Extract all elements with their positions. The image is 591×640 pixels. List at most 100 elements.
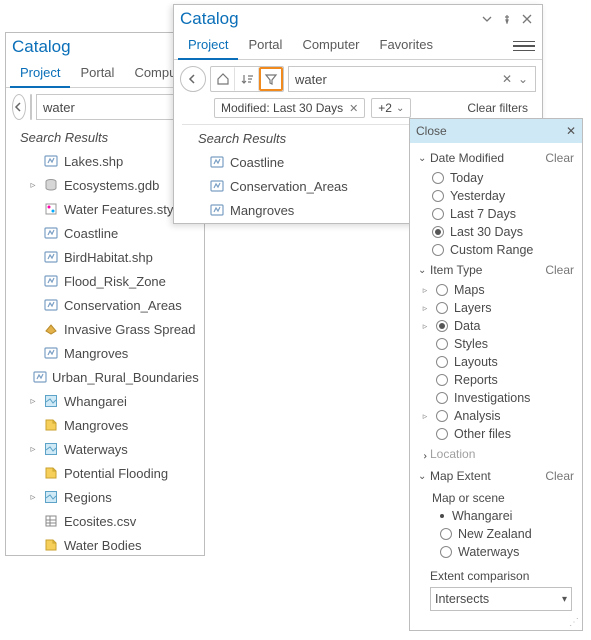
resize-grip-icon[interactable]: ⋰ [569,619,579,627]
sort-icon [240,72,254,86]
section-location[interactable]: ⌄ Location [416,443,576,465]
radio-option[interactable]: ▹Maps [416,281,576,299]
item-label: Waterways [64,442,128,457]
result-item[interactable]: ▹ Waterways [10,437,200,461]
tab-portal[interactable]: Portal [238,33,292,60]
radio-option[interactable]: Layouts [416,353,576,371]
radio-option[interactable]: Yesterday [416,187,576,205]
result-item[interactable]: Water Bodies [10,533,200,557]
result-item[interactable]: ▹Ecosystems.gdb [10,173,200,197]
chip-remove-icon[interactable]: ✕ [349,102,358,115]
radio-option[interactable]: ▹ Data [416,317,576,335]
filter-chip-more[interactable]: +2 ⌄ [371,98,411,118]
clear-link[interactable]: Clear [545,151,574,165]
radio-option[interactable]: Reports [416,371,576,389]
result-item[interactable]: Water Features.stylx [10,197,200,221]
radio-option[interactable]: Last 30 Days [416,223,576,241]
radio-option[interactable]: Last 7 Days [416,205,576,223]
radio-option[interactable]: Whangarei [416,507,576,525]
back-button[interactable] [12,94,26,120]
expand-caret-icon[interactable]: ▹ [420,321,430,332]
tab-strip: Project Portal Computer Favorites [174,33,542,60]
result-item[interactable]: Potential Flooding [10,461,200,485]
menu-button[interactable] [510,32,538,60]
radio-option[interactable]: Today [416,169,576,187]
chevron-down-icon: ▾ [562,594,567,605]
result-item[interactable]: Invasive Grass Spread [10,317,200,341]
search-input[interactable] [293,71,499,88]
pin-button[interactable] [498,10,516,28]
radio-label: Data [454,319,480,333]
back-button[interactable] [180,66,206,92]
radio-icon [432,208,444,220]
clear-link[interactable]: Clear [545,469,574,483]
tab-project[interactable]: Project [178,33,238,60]
radio-option[interactable]: Custom Range [416,241,576,259]
radio-option[interactable]: Investigations [416,389,576,407]
tab-favorites[interactable]: Favorites [370,33,443,60]
radio-option[interactable]: ▹Analysis [416,407,576,425]
item-label: Water Bodies [64,538,142,553]
popover-header: Close ✕ [410,119,582,143]
result-item[interactable]: Urban_Rural_Boundaries [10,365,200,389]
chip-label: +2 [378,101,392,115]
search-box[interactable]: ✕ ⌄ [288,66,536,92]
radio-option[interactable]: Waterways [416,543,576,561]
chevron-down-icon[interactable]: ⌄ [515,72,531,86]
tab-project[interactable]: Project [10,61,70,88]
radio-label: Other files [454,427,511,441]
home-button[interactable] [31,95,32,119]
result-item[interactable]: Ecosites.csv [10,509,200,533]
item-label: Water Features.stylx [64,202,183,217]
radio-option[interactable]: Other files [416,425,576,443]
expander-icon[interactable]: ▹ [28,180,38,191]
close-icon[interactable]: ✕ [566,124,576,138]
extent-comparison-select[interactable]: Intersects ▾ [430,587,572,611]
titlebar: Catalog [174,5,542,33]
expander-icon[interactable]: ▹ [28,492,38,503]
radio-label: Waterways [458,545,519,559]
result-item[interactable]: Mangroves [10,341,200,365]
expander-icon[interactable]: ▹ [28,444,38,455]
result-item[interactable]: BirdHabitat.shp [10,245,200,269]
float-button[interactable] [478,10,496,28]
expand-caret-icon[interactable]: ▹ [420,411,430,422]
item-label: Conservation_Areas [64,298,182,313]
clear-link[interactable]: Clear [545,263,574,277]
tab-portal[interactable]: Portal [70,61,124,88]
expand-caret-icon: ⌄ [418,471,430,482]
section-date-modified[interactable]: ⌄ Date Modified Clear [416,147,576,169]
radio-icon [432,172,444,184]
result-item[interactable]: Lakes.shp [10,149,200,173]
radio-icon [436,284,448,296]
section-map-extent[interactable]: ⌄ Map Extent Clear [416,465,576,487]
radio-option[interactable]: New Zealand [416,525,576,543]
result-item[interactable]: Conservation_Areas [10,293,200,317]
filter-button[interactable] [259,67,283,91]
filter-chip-modified[interactable]: Modified: Last 30 Days ✕ [214,98,365,118]
item-label: BirdHabitat.shp [64,250,153,265]
chevron-down-icon: ⌄ [396,103,404,114]
close-button[interactable] [518,10,536,28]
clear-filters-link[interactable]: Clear filters [467,101,534,115]
sort-button[interactable] [235,67,259,91]
feature-class-icon [209,154,225,170]
home-button[interactable] [211,67,235,91]
result-item[interactable]: ▹Regions [10,485,200,509]
item-label: Conservation_Areas [230,179,348,194]
section-item-type[interactable]: ⌄ Item Type Clear [416,259,576,281]
radio-label: Yesterday [450,189,505,203]
result-item[interactable]: ▹Whangarei [10,389,200,413]
result-item[interactable]: Coastline [10,221,200,245]
tab-computer[interactable]: Computer [292,33,369,60]
expander-icon[interactable]: ▹ [28,396,38,407]
close-label[interactable]: Close [416,124,447,138]
result-item[interactable]: Mangroves [10,413,200,437]
result-item[interactable]: Flood_Risk_Zone [10,269,200,293]
section-title: Map Extent [430,469,491,483]
expand-caret-icon[interactable]: ▹ [420,285,430,296]
radio-option[interactable]: ▹Layers [416,299,576,317]
expand-caret-icon[interactable]: ▹ [420,303,430,314]
clear-search-icon[interactable]: ✕ [499,72,515,86]
radio-option[interactable]: Styles [416,335,576,353]
